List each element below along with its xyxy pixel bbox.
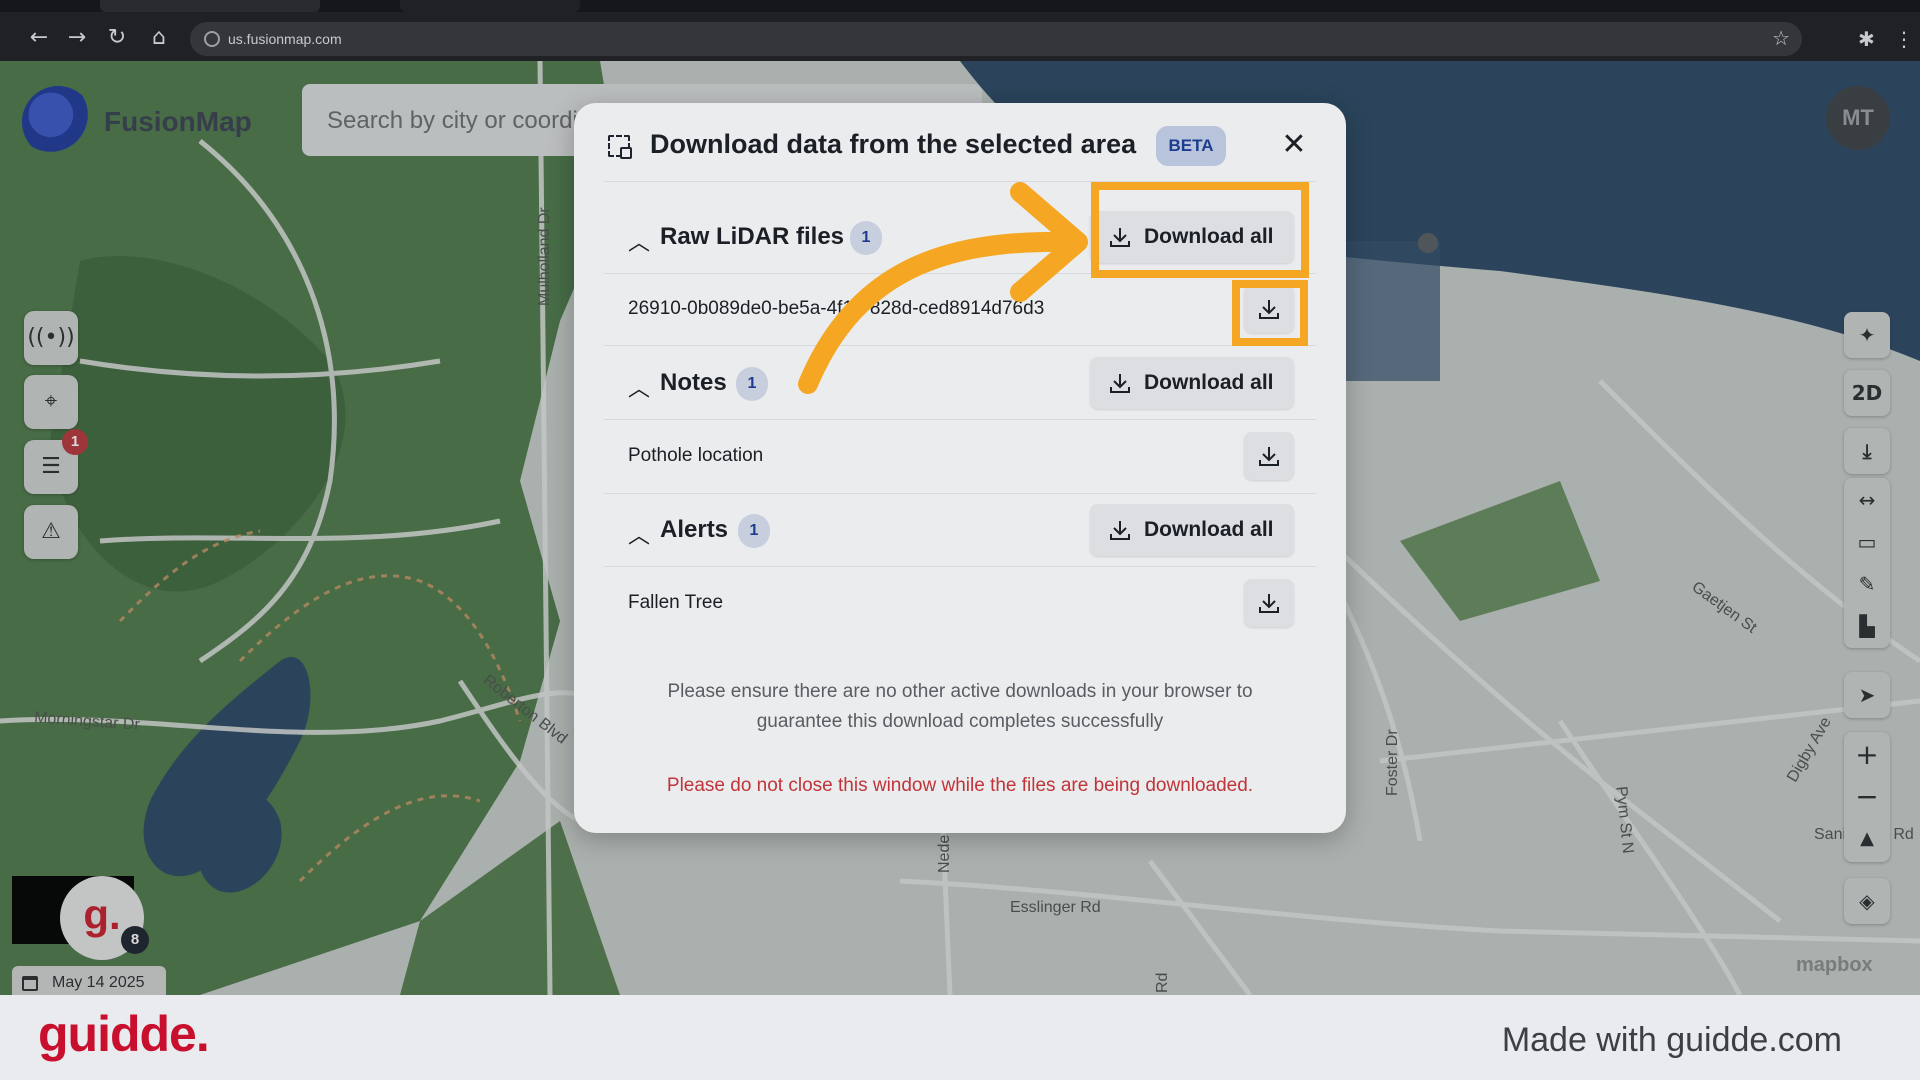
chevron-up-icon[interactable]: ︿: [628, 371, 652, 402]
download-all-label: Download all: [1144, 518, 1274, 541]
divider: [604, 493, 1316, 494]
url-text: us.fusionmap.com: [228, 31, 342, 47]
zoom-controls: + − ▲: [1844, 732, 1890, 862]
chevron-up-icon[interactable]: ︿: [628, 518, 652, 549]
bookmark-star-icon[interactable]: ☆: [1772, 26, 1790, 50]
zoom-in-button[interactable]: +: [1844, 734, 1890, 776]
layers-icon[interactable]: ◈: [1844, 878, 1890, 924]
back-arrow-icon[interactable]: ←: [26, 25, 52, 51]
street-label: Mulholland Dr: [536, 207, 553, 306]
forward-arrow-icon[interactable]: →: [64, 25, 90, 51]
street-label: Nede: [936, 834, 953, 873]
kebab-menu-icon[interactable]: ⋮: [1894, 27, 1914, 51]
site-info-icon[interactable]: [204, 31, 220, 47]
list-item: Fallen Tree: [628, 579, 1294, 627]
list-item: Pothole location: [628, 432, 1294, 480]
note-name: Pothole location: [628, 445, 764, 466]
compass-button[interactable]: ▲: [1844, 818, 1890, 860]
scan-target-icon[interactable]: ⌖: [24, 375, 78, 429]
made-with-text[interactable]: Made with guidde.com: [1502, 1021, 1842, 1060]
home-icon[interactable]: ⌂: [146, 25, 172, 51]
highlight-box: [1232, 280, 1308, 346]
ruler-icon[interactable]: ▭: [1844, 522, 1890, 562]
mapbox-attribution[interactable]: mapbox: [1796, 954, 1873, 977]
tab-strip: [0, 0, 1920, 12]
close-icon[interactable]: ✕: [1276, 127, 1312, 163]
street-label: Sani: [1814, 826, 1847, 843]
address-bar[interactable]: us.fusionmap.com ☆: [190, 22, 1802, 56]
chart-icon[interactable]: ▙: [1844, 606, 1890, 646]
divider: [604, 566, 1316, 567]
browser-tab[interactable]: [100, 0, 320, 12]
download-icon: [1259, 447, 1279, 466]
zoom-out-button[interactable]: −: [1844, 776, 1890, 818]
download-warning-text: Please do not close this window while th…: [666, 775, 1254, 796]
section-count-badge: 1: [736, 367, 768, 401]
download-icon[interactable]: ⤓: [1844, 428, 1890, 474]
calendar-icon: [22, 976, 38, 991]
date-text: May 14 2025: [52, 974, 145, 991]
street-label: Foster Dr: [1384, 729, 1401, 796]
beta-badge: BETA: [1156, 126, 1226, 166]
measure-tools-group: ↔ ▭ ✎ ▙: [1844, 478, 1890, 648]
download-info-text: Please ensure there are no other active …: [667, 681, 1253, 732]
dialog-title: Download data from the selected area: [650, 129, 1137, 159]
guidde-count-badge: 8: [121, 926, 149, 954]
street-label: Esslinger Rd: [1010, 899, 1101, 916]
alert-name: Fallen Tree: [628, 592, 724, 613]
navigate-arrow-icon[interactable]: ➤: [1844, 672, 1890, 718]
guidde-logo[interactable]: guidde.: [38, 1005, 210, 1063]
download-all-label: Download all: [1144, 371, 1274, 394]
broadcast-icon[interactable]: ((•)): [24, 311, 78, 365]
download-icon: [1110, 374, 1130, 393]
download-icon: [1110, 521, 1130, 540]
pointer-arrow-icon: [798, 182, 1088, 394]
section-title: Notes: [660, 369, 727, 396]
download-all-notes-button[interactable]: Download all: [1090, 357, 1294, 409]
notes-count-badge: 1: [62, 429, 88, 455]
download-alert-button[interactable]: [1244, 579, 1294, 627]
user-avatar[interactable]: MT: [1826, 86, 1890, 150]
alert-triangle-icon[interactable]: ⚠: [24, 505, 78, 559]
ai-sparkle-icon[interactable]: ✦: [1844, 312, 1890, 358]
browser-chrome: ← → ↻ ⌂ us.fusionmap.com ☆ ✱ ⋮: [0, 0, 1920, 61]
section-header-alerts[interactable]: ︿ Alerts 1: [628, 506, 928, 556]
area-select-icon-corner: [620, 147, 632, 159]
extensions-icon[interactable]: ✱: [1858, 27, 1875, 51]
download-all-alerts-button[interactable]: Download all: [1090, 504, 1294, 556]
guidde-footer: guidde. Made with guidde.com: [0, 995, 1920, 1080]
view-2d-button[interactable]: 2D: [1844, 370, 1890, 416]
brain-logo-icon: [22, 86, 94, 158]
chevron-up-icon[interactable]: ︿: [628, 225, 652, 256]
split-arrows-icon[interactable]: ↔: [1844, 480, 1890, 520]
fusionmap-logo[interactable]: FusionMap: [22, 82, 272, 158]
street-label: Rd: [1154, 972, 1171, 993]
download-icon: [1259, 594, 1279, 613]
browser-tab-active[interactable]: [400, 0, 580, 12]
highlight-box: [1091, 182, 1309, 278]
logo-text: FusionMap: [104, 106, 252, 137]
reload-icon[interactable]: ↻: [104, 25, 130, 51]
section-count-badge: 1: [738, 514, 770, 548]
divider: [604, 419, 1316, 420]
download-note-button[interactable]: [1244, 432, 1294, 480]
pin-edit-icon[interactable]: ✎: [1844, 564, 1890, 604]
section-title: Alerts: [660, 516, 729, 543]
